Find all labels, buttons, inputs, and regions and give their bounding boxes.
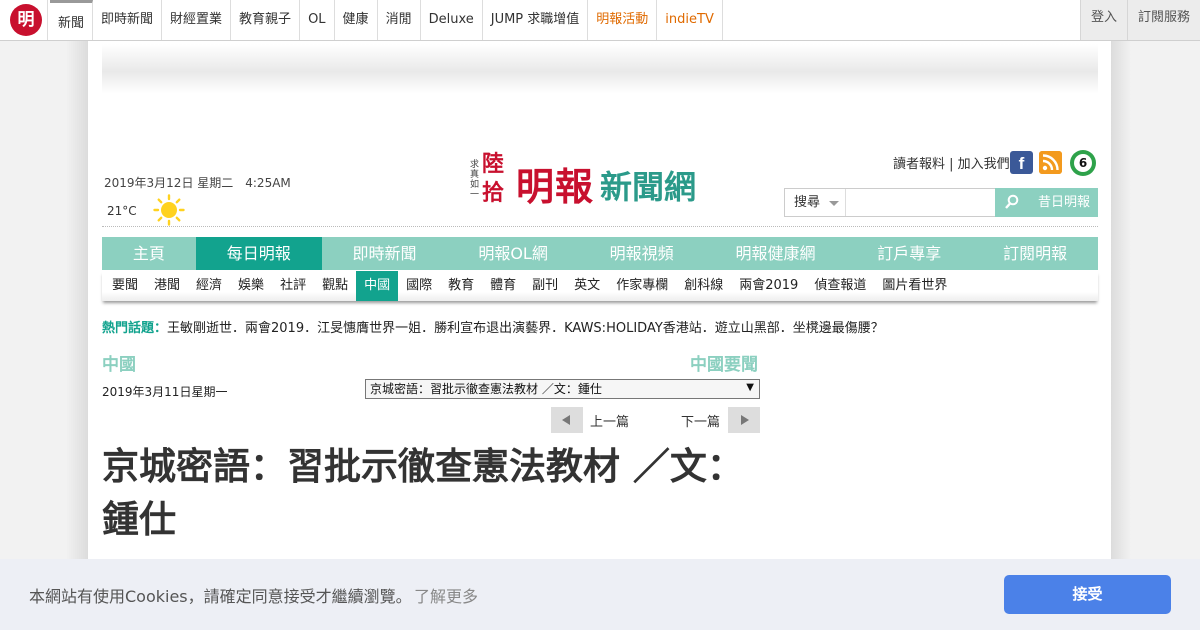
topnav-item-news[interactable]: 新聞 [50, 0, 94, 40]
ad-banner [102, 44, 1098, 94]
search-type-select[interactable]: 搜尋 [785, 189, 846, 216]
brand-anniversary: 陸拾 [482, 151, 505, 206]
mainnav-item-instant[interactable]: 即時新聞 [322, 237, 448, 270]
archive-button[interactable]: 昔日明報 [1030, 188, 1098, 217]
search-icon [1005, 194, 1019, 209]
subnav-item[interactable]: 體育 [482, 271, 524, 301]
topnav-item-indietv[interactable]: indieTV [657, 0, 723, 40]
reader-links[interactable]: 讀者報料 | 加入我們 [893, 153, 1010, 172]
account-menu: 登入 訂閱服務 [1079, 0, 1200, 40]
sun-icon [153, 194, 185, 226]
subscribe-service-link[interactable]: 訂閱服務 [1126, 0, 1200, 40]
mainnav-item-health[interactable]: 明報健康網 [705, 237, 847, 270]
hot-topics-links[interactable]: 王敏剛逝世．兩會2019．江旻憓膺世界一姐．勝利宣布退出演藝界．KAWS:HOL… [167, 321, 884, 336]
prev-arrow-button[interactable] [551, 407, 583, 433]
page-shadow-right [1111, 40, 1131, 630]
mainnav-item-daily[interactable]: 每日明報 [195, 237, 322, 270]
next-arrow-button[interactable] [728, 407, 760, 433]
subnav-item[interactable]: 要聞 [104, 271, 146, 301]
subnav-item[interactable]: 社評 [272, 271, 314, 301]
topnav-item-education[interactable]: 教育親子 [231, 0, 301, 40]
login-link[interactable]: 登入 [1079, 0, 1127, 40]
facebook-icon[interactable]: f [1010, 151, 1033, 174]
cookie-accept-button[interactable]: 接受 [1004, 575, 1171, 614]
subnav-item[interactable]: 作家專欄 [608, 271, 676, 301]
topnav-item-events[interactable]: 明報活動 [588, 0, 658, 40]
subnav-item[interactable]: 兩會2019 [731, 271, 806, 301]
top-navigation: 明 新聞 即時新聞 財經置業 教育親子 OL 健康 消閒 Deluxe JUMP… [0, 0, 1200, 41]
cookie-learn-more-link[interactable]: 了解更多 [414, 583, 478, 607]
prev-article-link[interactable]: 上一篇 [590, 411, 629, 430]
cookie-message: 本網站有使用Cookies，請確定同意接受才繼續瀏覽。 [29, 587, 412, 606]
brand-motto: 求真如一 [470, 160, 480, 200]
topnav-item-finance[interactable]: 財經置業 [162, 0, 232, 40]
subsection-title: 中國要聞 [690, 355, 758, 375]
subnav-item[interactable]: 國際 [398, 271, 440, 301]
subnav-item[interactable]: 英文 [566, 271, 608, 301]
mainnav-item-home[interactable]: 主頁 [102, 237, 196, 270]
site-brand-logo[interactable]: 求真如一 陸拾 明報 新聞網 [470, 150, 705, 212]
subnav-item[interactable]: 副刊 [524, 271, 566, 301]
subnav-item-china[interactable]: 中國 [356, 271, 399, 301]
mainnav-item-subscribe[interactable]: 訂閱明報 [972, 237, 1098, 270]
subnav-item[interactable]: 偵查報道 [806, 271, 874, 301]
topnav-item-deluxe[interactable]: Deluxe [421, 0, 483, 40]
subnav-item[interactable]: 圖片看世界 [874, 271, 955, 301]
search-bar: 搜尋 昔日明報 [784, 188, 1098, 217]
brand-suffix: 新聞網 [600, 168, 697, 206]
search-type-value: 搜尋 [794, 195, 821, 210]
temperature: 21°C [107, 204, 137, 218]
topnav-item-leisure[interactable]: 消閒 [378, 0, 421, 40]
main-nav: 主頁 每日明報 即時新聞 明報OL網 明報視頻 明報健康網 訂戶專享 訂閱明報 [102, 237, 1098, 270]
article-date: 2019年3月11日星期一 [102, 385, 228, 399]
six-icon-label: 6 [1074, 154, 1092, 172]
next-article-link[interactable]: 下一篇 [681, 411, 720, 430]
current-date: 2019年3月12日 星期二 4:25AM [104, 176, 291, 190]
search-button[interactable] [995, 188, 1030, 217]
six-icon[interactable]: 6 [1070, 150, 1096, 176]
mainnav-item-ol[interactable]: 明報OL網 [447, 237, 578, 270]
subnav-item[interactable]: 創科線 [676, 271, 731, 301]
page-shadow-left [66, 40, 88, 630]
chevron-down-icon: ▼ [746, 382, 754, 393]
subnav-item[interactable]: 港聞 [146, 271, 188, 301]
topnav-item-ol[interactable]: OL [300, 0, 335, 40]
header-divider [102, 226, 1098, 227]
article-select[interactable]: 京城密語：習批示徹查憲法教材 ／文：鍾仕 ▼ [365, 379, 760, 399]
article-select-value: 京城密語：習批示徹查憲法教材 ／文：鍾仕 [370, 382, 602, 396]
chevron-down-icon [829, 201, 839, 206]
mainnav-item-video[interactable]: 明報視頻 [579, 237, 705, 270]
subnav-item[interactable]: 經濟 [188, 271, 230, 301]
brand-name: 明報 [516, 164, 595, 209]
section-title: 中國 [102, 355, 136, 375]
subnav-item[interactable]: 娛樂 [230, 271, 272, 301]
article-headline: 京城密語：習批示徹查憲法教材 ／文：鍾仕 [102, 445, 744, 541]
hot-topics: 熱門話題：王敏剛逝世．兩會2019．江旻憓膺世界一姐．勝利宣布退出演藝界．KAW… [102, 317, 884, 336]
rss-icon[interactable] [1039, 151, 1062, 174]
cookie-banner: 本網站有使用Cookies，請確定同意接受才繼續瀏覽。 了解更多 接受 [0, 559, 1200, 630]
topnav-item-jump[interactable]: JUMP 求職增值 [483, 0, 589, 40]
hot-topics-label: 熱門話題： [102, 321, 168, 336]
mainnav-item-subscriber[interactable]: 訂戶專享 [846, 237, 972, 270]
topnav-item-instant-news[interactable]: 即時新聞 [93, 0, 163, 40]
subnav-item[interactable]: 教育 [440, 271, 482, 301]
sub-nav: 要聞 港聞 經濟 娛樂 社評 觀點 中國 國際 教育 體育 副刊 英文 作家專欄… [102, 271, 1098, 301]
logo-circle-icon: 明 [10, 4, 42, 36]
search-input[interactable] [847, 189, 994, 216]
mingpao-logo[interactable]: 明 [2, 0, 48, 40]
subnav-item[interactable]: 觀點 [314, 271, 356, 301]
top-nav-menu: 新聞 即時新聞 財經置業 教育親子 OL 健康 消閒 Deluxe JUMP 求… [50, 0, 723, 40]
topnav-item-health[interactable]: 健康 [335, 0, 378, 40]
